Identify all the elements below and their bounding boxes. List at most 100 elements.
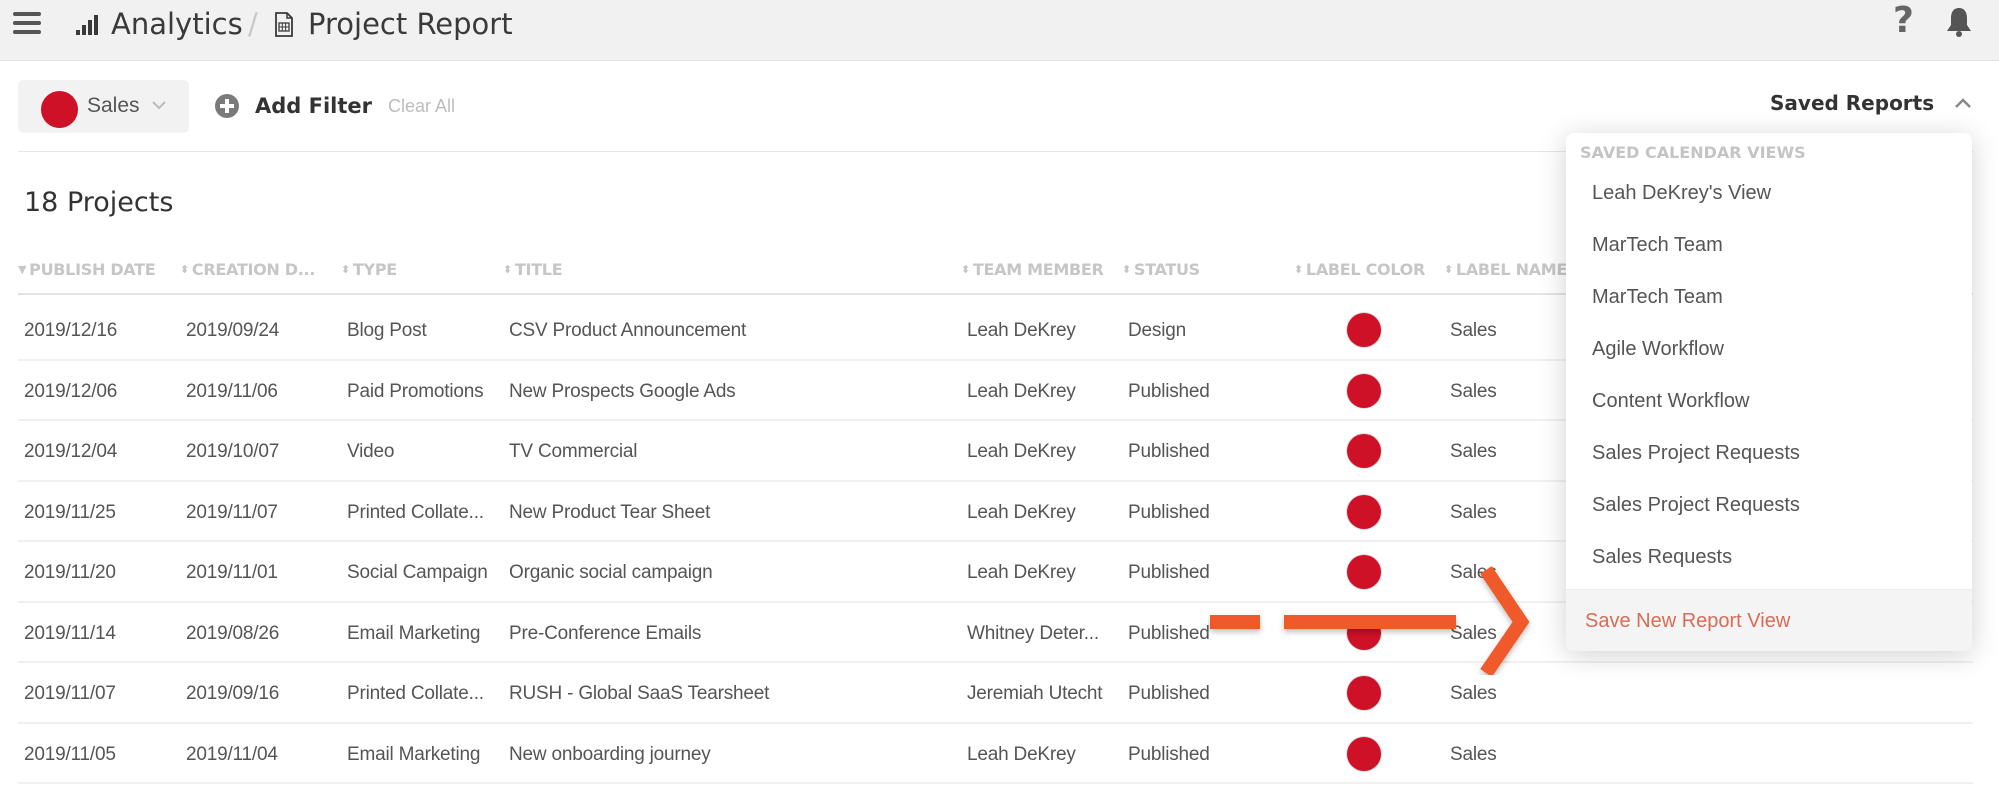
- cell-status: Published: [1128, 562, 1210, 583]
- cell-team-member: Leah DeKrey: [967, 743, 1076, 765]
- cell-label-name: Sales: [1450, 683, 1497, 704]
- cell-team-member: Whitney Deter...: [967, 622, 1099, 644]
- label-color-dot: [1347, 736, 1381, 771]
- cell-creation-date: 2019/11/04: [186, 743, 278, 765]
- column-header-status[interactable]: ⬍ STATUS: [1122, 260, 1200, 279]
- cell-type: Paid Promotions: [347, 380, 484, 402]
- label-color-dot: [41, 91, 78, 128]
- saved-view-item[interactable]: Leah DeKrey's View: [1592, 182, 1771, 205]
- help-icon[interactable]: ?: [1893, 0, 1914, 41]
- label-color-dot: [1347, 555, 1381, 589]
- cell-creation-date: 2019/11/01: [186, 562, 278, 583]
- breadcrumb-separator: /: [248, 7, 258, 41]
- sort-desc-icon: ▼: [18, 263, 27, 276]
- cell-status: Published: [1128, 622, 1210, 644]
- saved-view-item[interactable]: MarTech Team: [1592, 286, 1723, 309]
- cell-title: Pre-Conference Emails: [509, 622, 702, 644]
- cell-publish-date: 2019/12/04: [24, 441, 118, 462]
- cell-title: RUSH - Global SaaS Tearsheet: [509, 683, 770, 704]
- hamburger-icon[interactable]: [13, 12, 41, 36]
- cell-type: Video: [347, 441, 395, 462]
- saved-view-item[interactable]: Agile Workflow: [1592, 338, 1724, 361]
- cell-type: Printed Collate...: [347, 501, 484, 523]
- cell-label-name: Sales: [1450, 501, 1497, 523]
- label-filter-chip[interactable]: Sales: [18, 80, 189, 133]
- cell-status: Published: [1128, 683, 1210, 704]
- column-header-label-color[interactable]: ⬍ LABEL COLOR: [1294, 260, 1425, 279]
- cell-team-member: Leah DeKrey: [967, 441, 1076, 462]
- cell-label-name: Sales: [1450, 320, 1497, 341]
- column-header-publish-date[interactable]: ▼ PUBLISH DATE: [18, 260, 156, 279]
- label-color-dot: [1347, 434, 1381, 468]
- cell-title: CSV Product Announcement: [509, 320, 747, 341]
- cell-label-name: Sales: [1450, 743, 1497, 765]
- chevron-up-icon: [1955, 98, 1972, 108]
- saved-reports-dropdown: SAVED CALENDAR VIEWS Save New Report Vie…: [1566, 133, 1972, 651]
- saved-view-item[interactable]: Sales Project Requests: [1592, 442, 1800, 465]
- cell-status: Published: [1128, 380, 1210, 402]
- cell-creation-date: 2019/11/07: [186, 501, 278, 523]
- column-header-label: TYPE: [352, 260, 397, 279]
- label-color-dot: [1347, 494, 1381, 529]
- column-header-label: TEAM MEMBER: [972, 260, 1104, 279]
- column-header-label-name[interactable]: ⬍ LABEL NAME: [1444, 260, 1567, 279]
- cell-publish-date: 2019/12/06: [24, 380, 118, 402]
- breadcrumb-project-report: Project Report: [274, 4, 513, 44]
- saved-reports-toggle[interactable]: Saved Reports: [1770, 91, 1972, 115]
- column-header-label: STATUS: [1133, 260, 1200, 279]
- cell-team-member: Jeremiah Utecht: [967, 683, 1103, 704]
- label-color-dot: [1347, 313, 1381, 347]
- cell-publish-date: 2019/12/16: [24, 320, 118, 341]
- add-filter-label: Add Filter: [255, 94, 373, 118]
- breadcrumb-analytics-label: Analytics: [111, 7, 243, 41]
- save-new-report-view-button[interactable]: Save New Report View: [1585, 610, 1790, 633]
- column-header-creation-d[interactable]: ⬍ CREATION D...: [180, 260, 315, 279]
- label-color-dot: [1347, 676, 1381, 710]
- cell-status: Published: [1128, 743, 1210, 765]
- add-filter-button[interactable]: Add Filter: [215, 94, 372, 118]
- cell-title: TV Commercial: [509, 441, 638, 462]
- table-row[interactable]: 2019/11/07 2019/09/16 Printed Collate... RU…: [18, 663, 1973, 724]
- cell-team-member: Leah DeKrey: [967, 562, 1076, 583]
- column-header-label: LABEL COLOR: [1305, 260, 1425, 279]
- saved-calendar-views-heading: SAVED CALENDAR VIEWS: [1580, 143, 1806, 162]
- bell-icon[interactable]: [1944, 6, 1974, 38]
- page-title: Project Report: [308, 7, 513, 41]
- column-header-team-member[interactable]: ⬍ TEAM MEMBER: [961, 260, 1104, 279]
- cell-status: Design: [1128, 320, 1186, 341]
- cell-type: Email Marketing: [347, 622, 481, 644]
- bar-chart-icon: [76, 13, 102, 35]
- cell-publish-date: 2019/11/20: [24, 562, 116, 583]
- cell-publish-date: 2019/11/14: [24, 622, 116, 644]
- column-header-label: CREATION D...: [191, 260, 316, 279]
- dropdown-footer: Save New Report View: [1566, 589, 1972, 651]
- column-header-label: TITLE: [514, 260, 563, 279]
- filter-chip-label: Sales: [87, 94, 140, 117]
- table-row[interactable]: 2019/11/05 2019/11/04 Email Marketing New o…: [18, 724, 1973, 784]
- spreadsheet-doc-icon: [275, 11, 293, 37]
- cell-label-name: Sales: [1450, 562, 1497, 583]
- column-header-type[interactable]: ⬍ TYPE: [341, 260, 397, 279]
- saved-view-item[interactable]: Content Workflow: [1592, 390, 1749, 413]
- cell-status: Published: [1128, 501, 1210, 523]
- chevron-down-icon: [152, 101, 166, 110]
- sort-icon: ⬍: [341, 263, 350, 276]
- top-bar: Analytics / Project Report ?: [0, 0, 1999, 61]
- clear-all-link[interactable]: Clear All: [388, 96, 455, 117]
- saved-view-item[interactable]: MarTech Team: [1592, 234, 1723, 257]
- cell-creation-date: 2019/11/06: [186, 380, 278, 402]
- cell-publish-date: 2019/11/07: [24, 683, 116, 704]
- breadcrumb-analytics[interactable]: Analytics: [76, 4, 243, 44]
- saved-view-item[interactable]: Sales Project Requests: [1592, 494, 1800, 517]
- cell-title: New Prospects Google Ads: [509, 380, 736, 402]
- saved-view-item[interactable]: Sales Requests: [1592, 546, 1732, 569]
- cell-type: Email Marketing: [347, 743, 481, 765]
- column-header-title[interactable]: ⬍ TITLE: [503, 260, 563, 279]
- cell-team-member: Leah DeKrey: [967, 501, 1076, 523]
- cell-creation-date: 2019/08/26: [186, 622, 280, 644]
- sort-icon: ⬍: [1294, 263, 1303, 276]
- project-count: 18 Projects: [24, 187, 174, 218]
- cell-creation-date: 2019/10/07: [186, 441, 280, 462]
- column-header-label: LABEL NAME: [1455, 260, 1568, 279]
- sort-icon: ⬍: [1444, 263, 1453, 276]
